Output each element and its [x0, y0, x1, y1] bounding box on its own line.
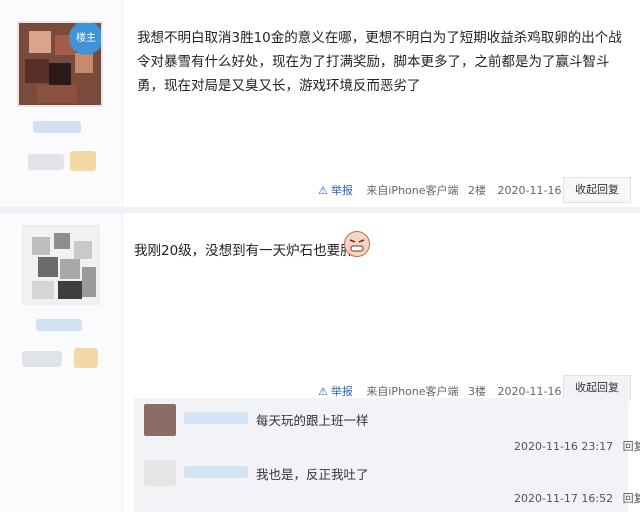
reply-avatar[interactable]	[144, 404, 176, 436]
floor-number: 2楼	[468, 184, 487, 197]
post-floor-2: 楼主 我想不明白取消3胜10金的意义在哪，更想不明白为了短期收益杀鸡取卵的出个战…	[0, 0, 640, 207]
post-meta: ⚠ 举报 来自iPhone客户端 2楼 2020-11-16 23:11	[318, 182, 597, 198]
reply-avatar[interactable]	[144, 460, 176, 486]
floor-number: 3楼	[468, 385, 487, 398]
warning-triangle-icon: ⚠	[318, 184, 328, 197]
source: 来自iPhone客户端	[366, 385, 459, 398]
warning-triangle-icon: ⚠	[318, 385, 328, 398]
post-content: 我刚20级，没想到有一天炉石也要肝了	[134, 239, 434, 263]
avatar[interactable]	[22, 225, 100, 305]
report-link[interactable]: ⚠ 举报	[318, 184, 353, 197]
reply-link[interactable]: 回复	[623, 492, 640, 505]
user-level-badge	[28, 154, 64, 170]
collapse-reply-button[interactable]: 收起回复	[563, 177, 631, 203]
source: 来自iPhone客户端	[366, 184, 459, 197]
username[interactable]	[36, 319, 82, 331]
user-tag	[70, 151, 96, 171]
angry-face-icon	[344, 231, 370, 257]
reply-text: 每天玩的跟上班一样	[256, 413, 369, 428]
post-content: 我想不明白取消3胜10金的意义在哪，更想不明白为了短期收益杀鸡取卵的出个战令对暴…	[137, 30, 622, 94]
post-meta: ⚠ 举报 来自iPhone客户端 3楼 2020-11-16 23:11	[318, 383, 597, 399]
report-link[interactable]: ⚠ 举报	[318, 385, 353, 398]
user-tag	[74, 348, 98, 368]
avatar[interactable]: 楼主	[17, 21, 103, 107]
reply-username[interactable]	[184, 412, 248, 424]
user-sidebar	[0, 213, 123, 512]
reply-time: 2020-11-16 23:17	[514, 440, 614, 453]
reply-username[interactable]	[184, 466, 248, 478]
reply-meta: 2020-11-17 16:52 回复	[514, 490, 640, 506]
reply-list: 每天玩的跟上班一样 2020-11-16 23:17 回复 我也是，反正我吐了 …	[134, 398, 640, 512]
reply-meta: 2020-11-16 23:17 回复	[514, 438, 640, 454]
reply-time: 2020-11-17 16:52	[514, 492, 614, 505]
reply-text: 我也是，反正我吐了	[256, 467, 369, 482]
op-badge: 楼主	[69, 23, 101, 55]
username[interactable]	[33, 121, 81, 133]
reply-link[interactable]: 回复	[623, 440, 640, 453]
user-level-badge	[22, 351, 62, 367]
user-sidebar: 楼主	[0, 0, 123, 207]
post-text: 我刚20级，没想到有一天炉石也要肝了	[134, 243, 368, 259]
